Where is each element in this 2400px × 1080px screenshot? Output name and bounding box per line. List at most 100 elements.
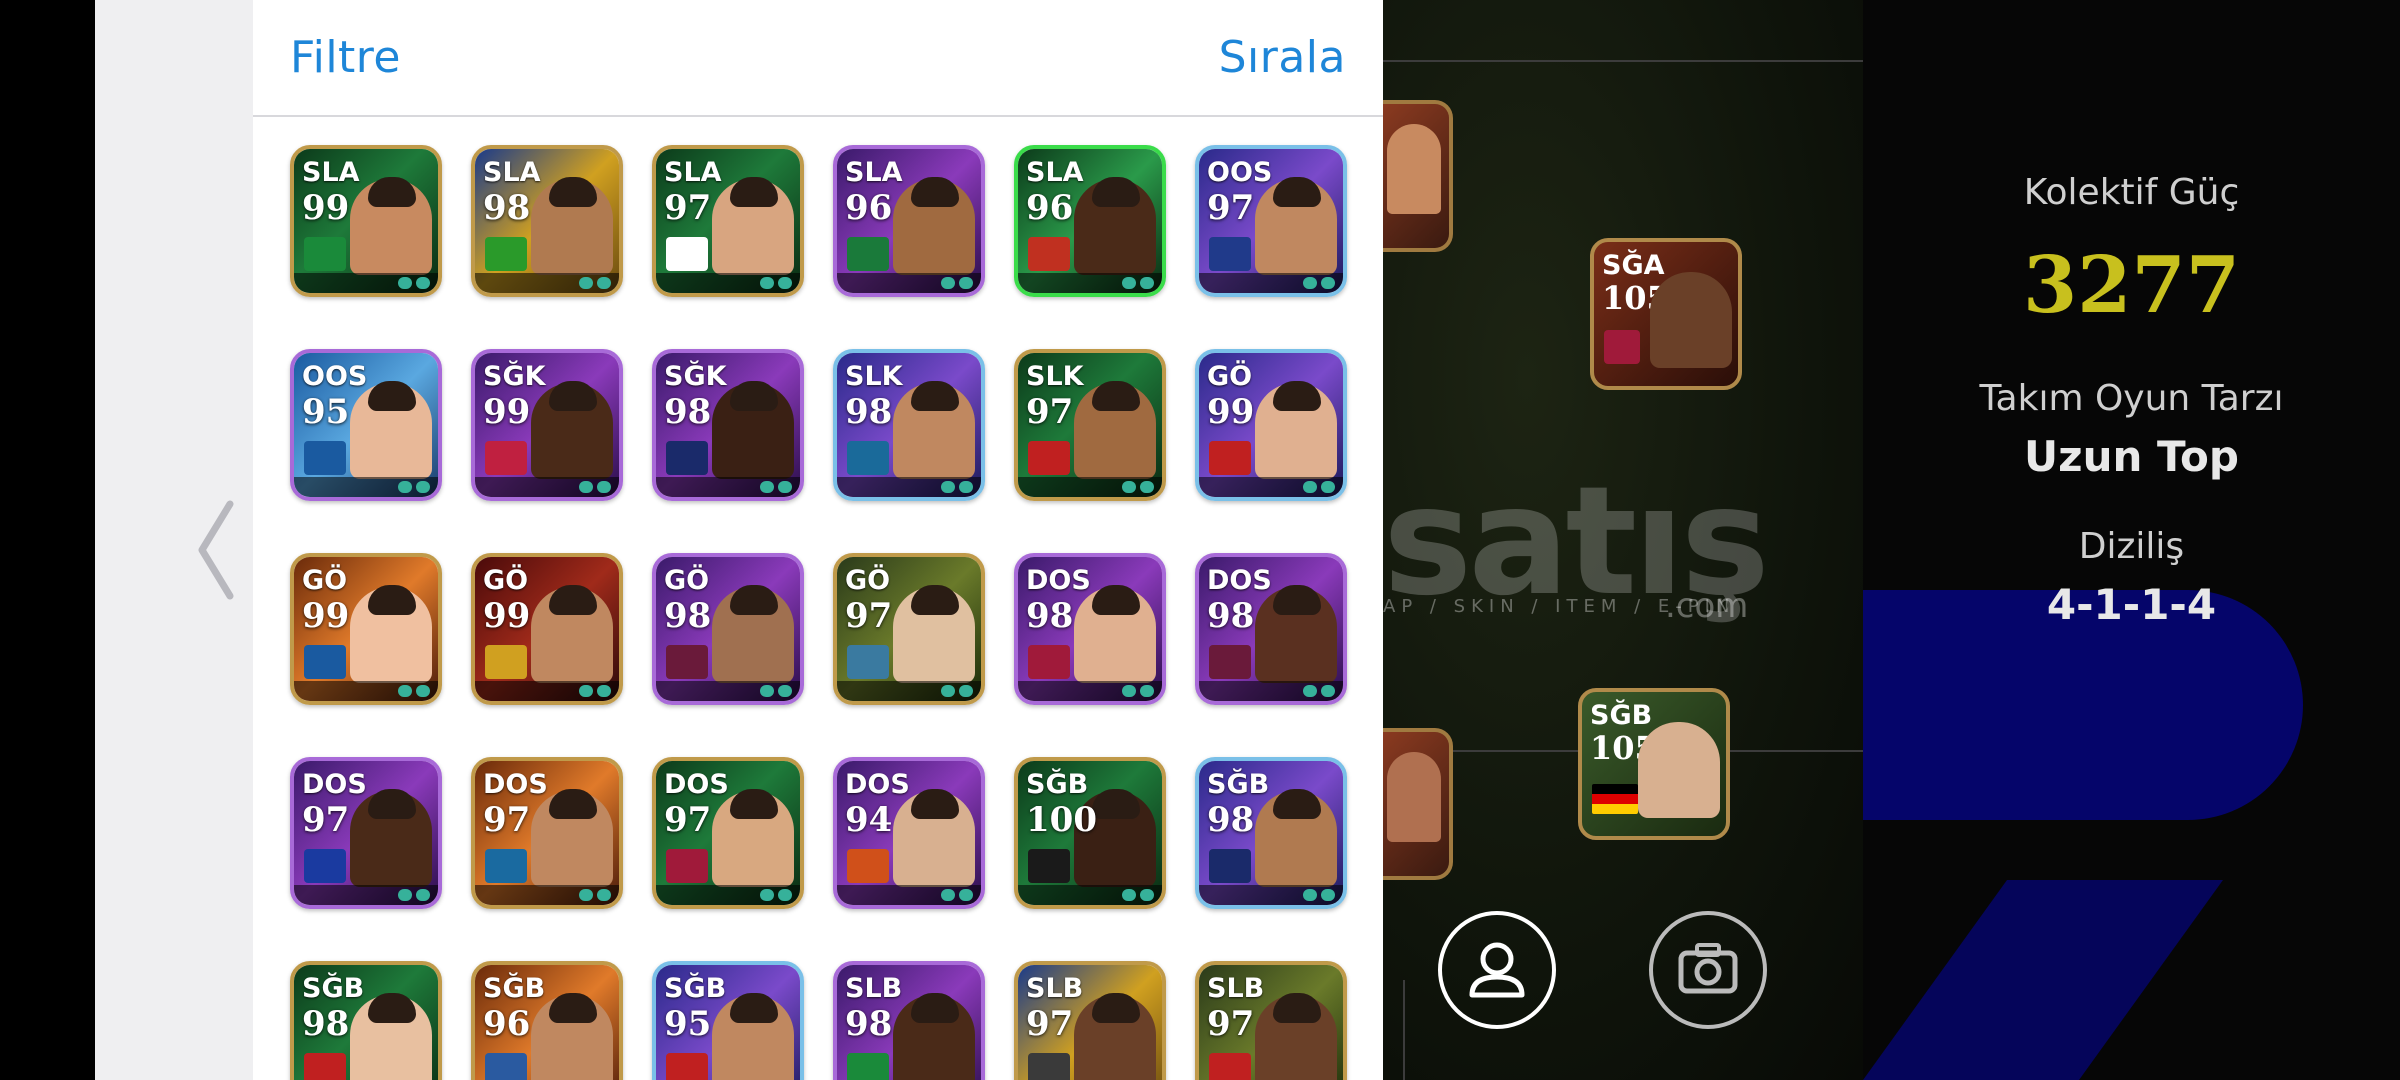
- flag-or-club-badge: [847, 1053, 889, 1080]
- skill-dots: [1122, 481, 1154, 493]
- flag-or-club-badge: [666, 645, 708, 679]
- player-card[interactable]: SLA 97: [652, 145, 804, 297]
- skill-dot-icon: [778, 889, 792, 901]
- card-rating: 98: [1207, 800, 1255, 840]
- skill-dot-icon: [597, 889, 611, 901]
- player-card[interactable]: SLA 98: [471, 145, 623, 297]
- pitch-player-card[interactable]: SĞA 105: [1590, 238, 1742, 390]
- collective-power-label: Kolektif Güç: [2023, 172, 2240, 213]
- player-card[interactable]: SLK 98: [833, 349, 985, 501]
- player-card[interactable]: GÖ 98: [652, 553, 804, 705]
- player-card[interactable]: SĞB 96: [471, 961, 623, 1080]
- skill-dots: [579, 481, 611, 493]
- card-position: SĞB: [1026, 769, 1089, 800]
- player-card[interactable]: SĞK 98: [652, 349, 804, 501]
- flag-or-club-badge: [1028, 849, 1070, 883]
- pitch-card-partial[interactable]: [1383, 728, 1453, 880]
- person-icon: [1469, 942, 1525, 998]
- skill-dot-icon: [1303, 481, 1317, 493]
- panel-header: Filtre Sırala: [253, 0, 1383, 117]
- card-position: SLA: [483, 157, 541, 188]
- player-card[interactable]: SĞK 99: [471, 349, 623, 501]
- skill-dot-icon: [416, 685, 430, 697]
- player-card[interactable]: GÖ 99: [471, 553, 623, 705]
- skill-dot-icon: [579, 277, 593, 289]
- screenshot-button[interactable]: [1649, 911, 1767, 1029]
- player-face: [531, 381, 613, 479]
- skill-dots: [760, 889, 792, 901]
- card-position: SLK: [1026, 361, 1084, 392]
- player-card[interactable]: SĞB 95: [652, 961, 804, 1080]
- pitch-card-partial[interactable]: [1383, 100, 1453, 252]
- skill-dot-icon: [416, 277, 430, 289]
- flag-or-club-badge: [1028, 645, 1070, 679]
- skill-dot-icon: [579, 889, 593, 901]
- flag-or-club-badge: [847, 237, 889, 271]
- player-card[interactable]: DOS 94: [833, 757, 985, 909]
- card-rating: 94: [845, 800, 893, 840]
- flag-or-club-badge: [666, 1053, 708, 1080]
- skill-dots: [1122, 277, 1154, 289]
- skill-dots: [760, 277, 792, 289]
- card-position: OOS: [1207, 157, 1273, 188]
- player-face: [712, 381, 794, 479]
- camera-icon: [1678, 943, 1738, 994]
- flag-or-club-badge: [304, 645, 346, 679]
- player-card[interactable]: SLB 97: [1014, 961, 1166, 1080]
- flag-or-club-badge: [304, 1053, 346, 1080]
- skill-dots: [398, 685, 430, 697]
- player-card[interactable]: SĞB 100: [1014, 757, 1166, 909]
- player-card[interactable]: DOS 97: [471, 757, 623, 909]
- player-card[interactable]: DOS 98: [1014, 553, 1166, 705]
- player-card[interactable]: GÖ 99: [290, 553, 442, 705]
- pitch-line: [1383, 980, 1405, 1080]
- skill-dots: [579, 889, 611, 901]
- player-card[interactable]: SLA 96: [1014, 145, 1166, 297]
- player-card[interactable]: DOS 97: [290, 757, 442, 909]
- card-position: OOS: [302, 361, 368, 392]
- player-card[interactable]: GÖ 99: [1195, 349, 1347, 501]
- player-card[interactable]: SLA 99: [290, 145, 442, 297]
- flag-or-club-badge: [666, 441, 708, 475]
- card-rating: 97: [664, 800, 712, 840]
- player-card[interactable]: SĞB 98: [1195, 757, 1347, 909]
- flag-or-club-badge: [485, 1053, 527, 1080]
- skill-dot-icon: [1321, 277, 1335, 289]
- player-card[interactable]: SLA 96: [833, 145, 985, 297]
- pitch: SĞA 105 SĞB 105 satış AP / SKIN / ITEM /…: [1383, 0, 1867, 1080]
- flag-or-club-badge: [304, 849, 346, 883]
- player-face: [1255, 585, 1337, 683]
- player-card[interactable]: SĞB 98: [290, 961, 442, 1080]
- player-face: [1650, 272, 1732, 368]
- player-card[interactable]: SLB 98: [833, 961, 985, 1080]
- chevron-left-icon[interactable]: [196, 500, 236, 600]
- skill-dot-icon: [1140, 481, 1154, 493]
- player-card[interactable]: DOS 98: [1195, 553, 1347, 705]
- player-face: [893, 381, 975, 479]
- player-card[interactable]: OOS 97: [1195, 145, 1347, 297]
- card-position: GÖ: [302, 565, 348, 596]
- player-face: [893, 789, 975, 887]
- skill-dot-icon: [1303, 685, 1317, 697]
- card-rating: 97: [1026, 392, 1074, 432]
- skill-dot-icon: [398, 889, 412, 901]
- player-card[interactable]: GÖ 97: [833, 553, 985, 705]
- team-style-label: Takım Oyun Tarzı: [1979, 378, 2284, 419]
- player-face: [1387, 124, 1441, 214]
- pitch-player-card[interactable]: SĞB 105: [1578, 688, 1730, 840]
- flag-or-club-badge: [666, 237, 708, 271]
- card-position: SLA: [845, 157, 903, 188]
- player-card[interactable]: DOS 97: [652, 757, 804, 909]
- player-face: [350, 585, 432, 683]
- filter-button[interactable]: Filtre: [290, 32, 401, 83]
- flag-or-club-badge: [1209, 1053, 1251, 1080]
- player-card[interactable]: SLB 97: [1195, 961, 1347, 1080]
- player-card[interactable]: OOS 95: [290, 349, 442, 501]
- profile-button[interactable]: [1438, 911, 1556, 1029]
- flag-or-club-badge: [485, 441, 527, 475]
- skill-dots: [398, 277, 430, 289]
- skill-dot-icon: [579, 481, 593, 493]
- player-card[interactable]: SLK 97: [1014, 349, 1166, 501]
- sort-button[interactable]: Sırala: [1219, 32, 1346, 83]
- team-stats-panel: Kolektif Güç 3277 Takım Oyun Tarzı Uzun …: [1863, 0, 2400, 1080]
